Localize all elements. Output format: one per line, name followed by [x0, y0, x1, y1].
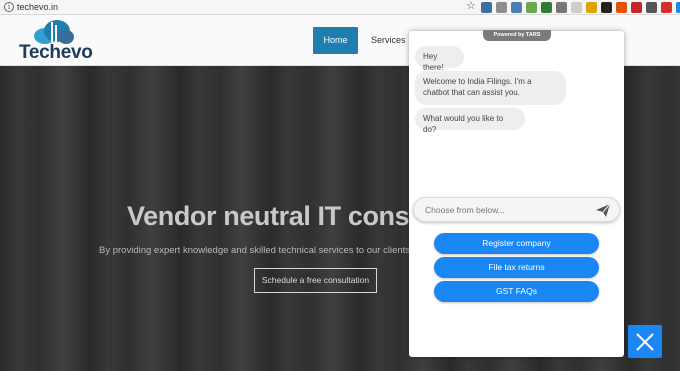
hero-title: Vendor neutral IT cons	[127, 201, 410, 231]
ext-icon-9[interactable]	[601, 2, 612, 13]
ext-icon-8[interactable]	[586, 2, 597, 13]
ext-icon-3[interactable]	[511, 2, 522, 13]
send-icon[interactable]	[596, 204, 610, 217]
address-bar[interactable]: techevo.in	[17, 1, 58, 13]
register-company-button[interactable]: Register company	[434, 233, 599, 254]
ext-icon-14[interactable]	[676, 2, 680, 13]
ext-icon-7[interactable]	[571, 2, 582, 13]
bookmark-star-icon[interactable]: ☆	[466, 0, 476, 13]
ext-icon-13[interactable]	[661, 2, 672, 13]
ext-icon-12[interactable]	[646, 2, 657, 13]
bot-message: Welcome to India Filings. I'm a chatbot …	[415, 71, 566, 105]
nav-home[interactable]: Home	[313, 27, 358, 54]
nav-services[interactable]: Services	[371, 27, 406, 54]
ext-icon-11[interactable]	[631, 2, 642, 13]
chat-input-placeholder: Choose from below...	[425, 205, 505, 215]
ext-icon-5[interactable]	[541, 2, 552, 13]
info-icon[interactable]: i	[4, 2, 14, 12]
bot-message: Hey there!	[415, 46, 464, 72]
chatbot-panel: Powered by TARS Hey there! Welcome to In…	[409, 30, 624, 357]
file-tax-returns-button[interactable]: File tax returns	[434, 257, 599, 278]
site-logo[interactable]: Techevo	[19, 42, 93, 64]
browser-toolbar: i techevo.in ☆	[0, 0, 680, 15]
ext-icon-2[interactable]	[496, 2, 507, 13]
ext-icon-4[interactable]	[526, 2, 537, 13]
powered-by-badge: Powered by TARS	[483, 30, 551, 41]
ext-icon-1[interactable]	[481, 2, 492, 13]
schedule-consultation-button[interactable]: Schedule a free consultation	[254, 268, 377, 293]
ext-icon-10[interactable]	[616, 2, 627, 13]
gst-faqs-button[interactable]: GST FAQs	[434, 281, 599, 302]
ext-icon-6[interactable]	[556, 2, 567, 13]
hero-subtitle: By providing expert knowledge and skille…	[99, 245, 423, 256]
extension-toolbar	[481, 1, 680, 14]
chat-input[interactable]: Choose from below...	[413, 197, 620, 222]
bot-message: What would you like to do?	[415, 108, 525, 134]
close-icon	[636, 333, 654, 351]
close-chat-button[interactable]	[628, 325, 662, 358]
